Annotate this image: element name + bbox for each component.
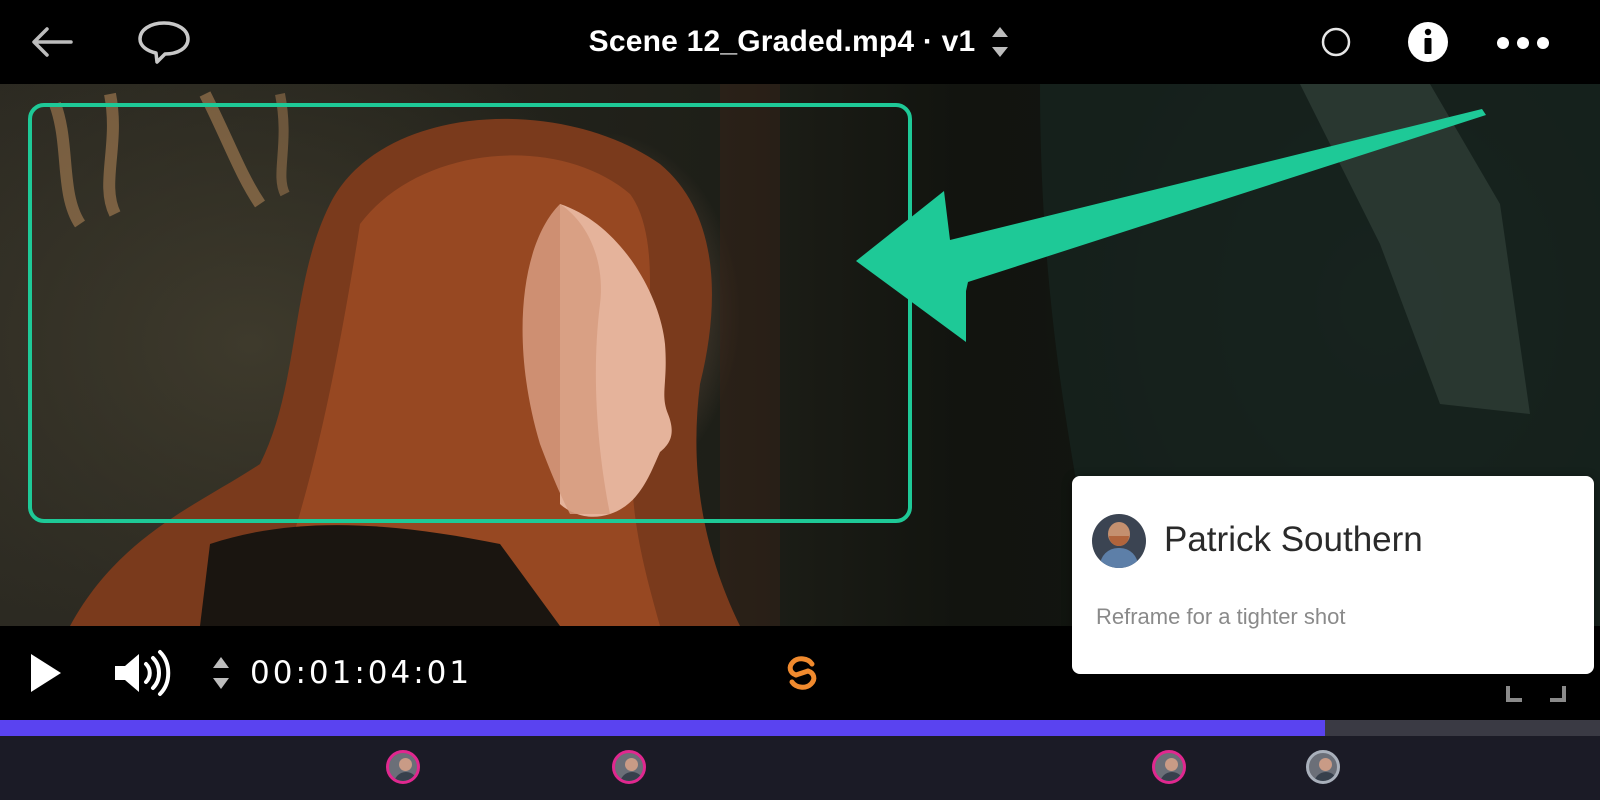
timecode-display[interactable]: 00:01:04:01 [250, 626, 472, 720]
play-icon [31, 654, 61, 692]
file-title[interactable]: Scene 12_Graded.mp4 · v1 [589, 25, 976, 59]
comment-text: Reframe for a tighter shot [1096, 604, 1346, 629]
volume-button[interactable] [110, 648, 172, 698]
progress-bar[interactable] [0, 720, 1600, 736]
title-separator: · [914, 25, 942, 58]
marker-avatar-body [1314, 772, 1337, 781]
comment-marker[interactable] [612, 750, 646, 784]
marker-avatar-face [399, 758, 412, 771]
marker-avatar-body [1160, 772, 1183, 781]
info-icon [1408, 22, 1448, 62]
progress-fill [0, 720, 1325, 736]
more-button[interactable] [1494, 26, 1552, 60]
sync-button[interactable] [778, 648, 826, 698]
arrow-left-icon [32, 27, 73, 57]
comment-marker[interactable] [1306, 750, 1340, 784]
marker-avatar-body [620, 772, 643, 781]
up-down-chevrons-icon [213, 657, 229, 689]
timecode-stepper[interactable] [206, 650, 236, 696]
version-stepper[interactable] [989, 22, 1011, 62]
comment-markers-strip [0, 736, 1600, 800]
speech-bubble-icon [138, 21, 190, 64]
up-down-chevrons-icon [992, 27, 1009, 57]
play-button[interactable] [22, 648, 68, 698]
annotation-rectangle[interactable] [28, 103, 912, 523]
comments-button[interactable] [134, 18, 194, 66]
ellipsis-icon [1497, 37, 1549, 49]
marker-avatar-face [1165, 758, 1178, 771]
marker-avatar-body [394, 772, 417, 781]
title-area: Scene 12_Graded.mp4 · v1 [0, 0, 1600, 84]
avatar-shirt [1100, 548, 1138, 568]
comment-popup[interactable]: Patrick Southern Reframe for a tighter s… [1072, 476, 1594, 674]
avatar [1092, 514, 1146, 568]
comment-marker[interactable] [1152, 750, 1186, 784]
annotation-arrow[interactable] [856, 109, 1486, 342]
marker-avatar-face [625, 758, 638, 771]
marker-avatar-face [1319, 758, 1332, 771]
volume-icon [115, 650, 171, 696]
avatar-beard [1109, 536, 1129, 546]
comment-marker[interactable] [386, 750, 420, 784]
top-bar: Scene 12_Graded.mp4 · v1 [0, 0, 1600, 84]
status-button[interactable] [1318, 24, 1354, 60]
comment-author: Patrick Southern [1164, 520, 1423, 559]
sync-icon [787, 656, 817, 690]
info-button[interactable] [1406, 20, 1450, 64]
version-label: v1 [941, 25, 976, 58]
circle-outline-icon [1321, 27, 1351, 57]
back-button[interactable] [26, 20, 76, 64]
file-name: Scene 12_Graded.mp4 [588, 25, 915, 58]
